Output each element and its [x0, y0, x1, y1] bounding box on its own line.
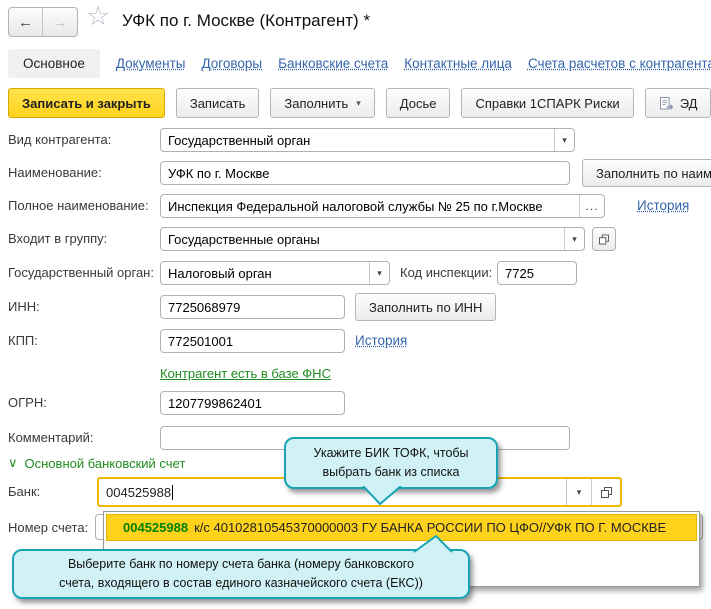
bik-tooltip-line1: Укажите БИК ТОФК, чтобы	[294, 444, 488, 463]
chevron-down-icon[interactable]: ▾	[370, 262, 389, 284]
bank-bik-value: 004525988	[106, 485, 171, 500]
forward-arrow-icon: →	[53, 14, 68, 31]
inn-value: 7725068979	[168, 300, 344, 315]
gov-organ-label: Государственный орган:	[8, 265, 154, 280]
contractor-type-select[interactable]: Государственный орган ▾	[160, 128, 575, 152]
ellipsis-icon[interactable]: ...	[580, 195, 604, 217]
group-value: Государственные органы	[168, 232, 564, 247]
fill-by-inn-label: Заполнить по ИНН	[369, 300, 482, 315]
fill-label: Заполнить	[284, 96, 348, 111]
kpp-history-link[interactable]: История	[355, 333, 407, 348]
full-name-value: Инспекция Федеральной налоговой службы №…	[168, 199, 579, 214]
bik-tooltip: Укажите БИК ТОФК, чтобы выбрать банк из …	[284, 437, 498, 489]
tab-bar: Основное Документы Договоры Банковские с…	[8, 47, 711, 79]
tab-bank-accounts[interactable]: Банковские счета	[278, 56, 388, 71]
kpp-input[interactable]: 772501001	[160, 329, 345, 353]
spark-label: Справки 1СПАРК Риски	[475, 96, 619, 111]
suggestion-bik: 004525988	[123, 520, 188, 535]
account-tooltip: Выберите банк по номеру счета банка (ном…	[12, 549, 470, 599]
gov-organ-select[interactable]: Налоговый орган ▾	[160, 261, 390, 285]
text-cursor	[172, 485, 173, 500]
bik-tooltip-tail	[360, 486, 404, 506]
inspection-code-input[interactable]: 7725	[497, 261, 577, 285]
fill-by-inn-button[interactable]: Заполнить по ИНН	[355, 293, 496, 321]
name-input[interactable]: УФК по г. Москве	[160, 161, 570, 185]
account-tooltip-line2: счета, входящего в состав единого казнач…	[22, 574, 460, 593]
bank-suggestion-item[interactable]: 004525988 к/с 40102810545370000003 ГУ БА…	[106, 514, 697, 541]
toolbar: Записать и закрыть Записать Заполнить ▾ Д…	[8, 88, 711, 118]
full-name-label: Полное наименование:	[8, 198, 149, 213]
tab-settlement-accounts[interactable]: Счета расчетов с контрагентами	[528, 56, 711, 71]
account-tooltip-tail	[412, 535, 456, 553]
spark-reports-button[interactable]: Справки 1СПАРК Риски	[461, 88, 633, 118]
edi-icon	[659, 96, 674, 111]
nav-history-group: ← →	[8, 7, 78, 37]
full-name-input[interactable]: Инспекция Федеральной налоговой службы №…	[160, 194, 605, 218]
favorite-star-icon[interactable]: ☆	[86, 3, 110, 30]
chevron-down-icon[interactable]: ▾	[555, 129, 574, 151]
bank-label: Банк:	[8, 484, 40, 499]
chevron-down-icon[interactable]: ▾	[565, 228, 584, 250]
full-name-history-link[interactable]: История	[637, 198, 689, 213]
edi-button[interactable]: ЭД	[645, 88, 711, 118]
chevron-down-icon: ∨	[8, 455, 18, 471]
suggestion-text: к/с 40102810545370000003 ГУ БАНКА РОССИИ…	[194, 520, 666, 535]
comment-label: Комментарий:	[8, 430, 94, 445]
open-icon	[601, 487, 612, 498]
group-select[interactable]: Государственные органы ▾	[160, 227, 585, 251]
gov-organ-value: Налоговый орган	[168, 266, 369, 281]
account-number-label: Номер счета:	[8, 520, 88, 535]
tab-main[interactable]: Основное	[8, 49, 100, 78]
name-label: Наименование:	[8, 165, 102, 180]
inn-input[interactable]: 7725068979	[160, 295, 345, 319]
main-bank-account-section-toggle[interactable]: ∨ Основной банковский счет	[8, 455, 185, 471]
open-bank-button[interactable]	[592, 479, 620, 505]
ogrn-input[interactable]: 1207799862401	[160, 391, 345, 415]
ogrn-label: ОГРН:	[8, 395, 47, 410]
dossier-label: Досье	[400, 96, 437, 111]
fill-by-name-button[interactable]: Заполнить по наим	[582, 159, 711, 187]
bik-tooltip-line2: выбрать банк из списка	[294, 463, 488, 482]
group-label: Входит в группу:	[8, 231, 107, 246]
ogrn-value: 1207799862401	[168, 396, 344, 411]
page-title: УФК по г. Москве (Контрагент) *	[122, 11, 370, 31]
tab-documents[interactable]: Документы	[116, 56, 186, 71]
name-value: УФК по г. Москве	[168, 166, 569, 181]
inspection-code-value: 7725	[505, 266, 576, 281]
dossier-button[interactable]: Досье	[386, 88, 451, 118]
save-and-close-label: Записать и закрыть	[22, 96, 151, 111]
tab-contracts[interactable]: Договоры	[201, 56, 262, 71]
kpp-value: 772501001	[168, 334, 344, 349]
inspection-code-label: Код инспекции:	[400, 265, 492, 280]
chevron-down-icon[interactable]: ▾	[567, 479, 591, 505]
inn-label: ИНН:	[8, 299, 40, 314]
edi-label: ЭД	[680, 96, 698, 111]
fill-by-name-label: Заполнить по наим	[596, 166, 711, 181]
main-bank-account-section-title: Основной банковский счет	[25, 456, 186, 471]
fns-database-link[interactable]: Контрагент есть в базе ФНС	[160, 366, 331, 381]
contractor-card-window: ← → ☆ УФК по г. Москве (Контрагент) * Ос…	[0, 0, 711, 609]
save-button[interactable]: Записать	[176, 88, 260, 118]
save-label: Записать	[190, 96, 246, 111]
chevron-down-icon: ▾	[356, 98, 361, 109]
fill-menu-button[interactable]: Заполнить ▾	[270, 88, 374, 118]
forward-button[interactable]: →	[43, 8, 77, 36]
back-button[interactable]: ←	[9, 8, 43, 36]
contractor-type-value: Государственный орган	[168, 133, 554, 148]
open-icon	[599, 234, 609, 245]
back-arrow-icon: ←	[18, 14, 33, 31]
tab-contact-persons[interactable]: Контактные лица	[404, 56, 512, 71]
save-and-close-button[interactable]: Записать и закрыть	[8, 88, 165, 118]
kpp-label: КПП:	[8, 333, 38, 348]
account-tooltip-line1: Выберите банк по номеру счета банка (ном…	[22, 555, 460, 574]
open-group-button[interactable]	[592, 227, 616, 251]
contractor-type-label: Вид контрагента:	[8, 132, 111, 147]
